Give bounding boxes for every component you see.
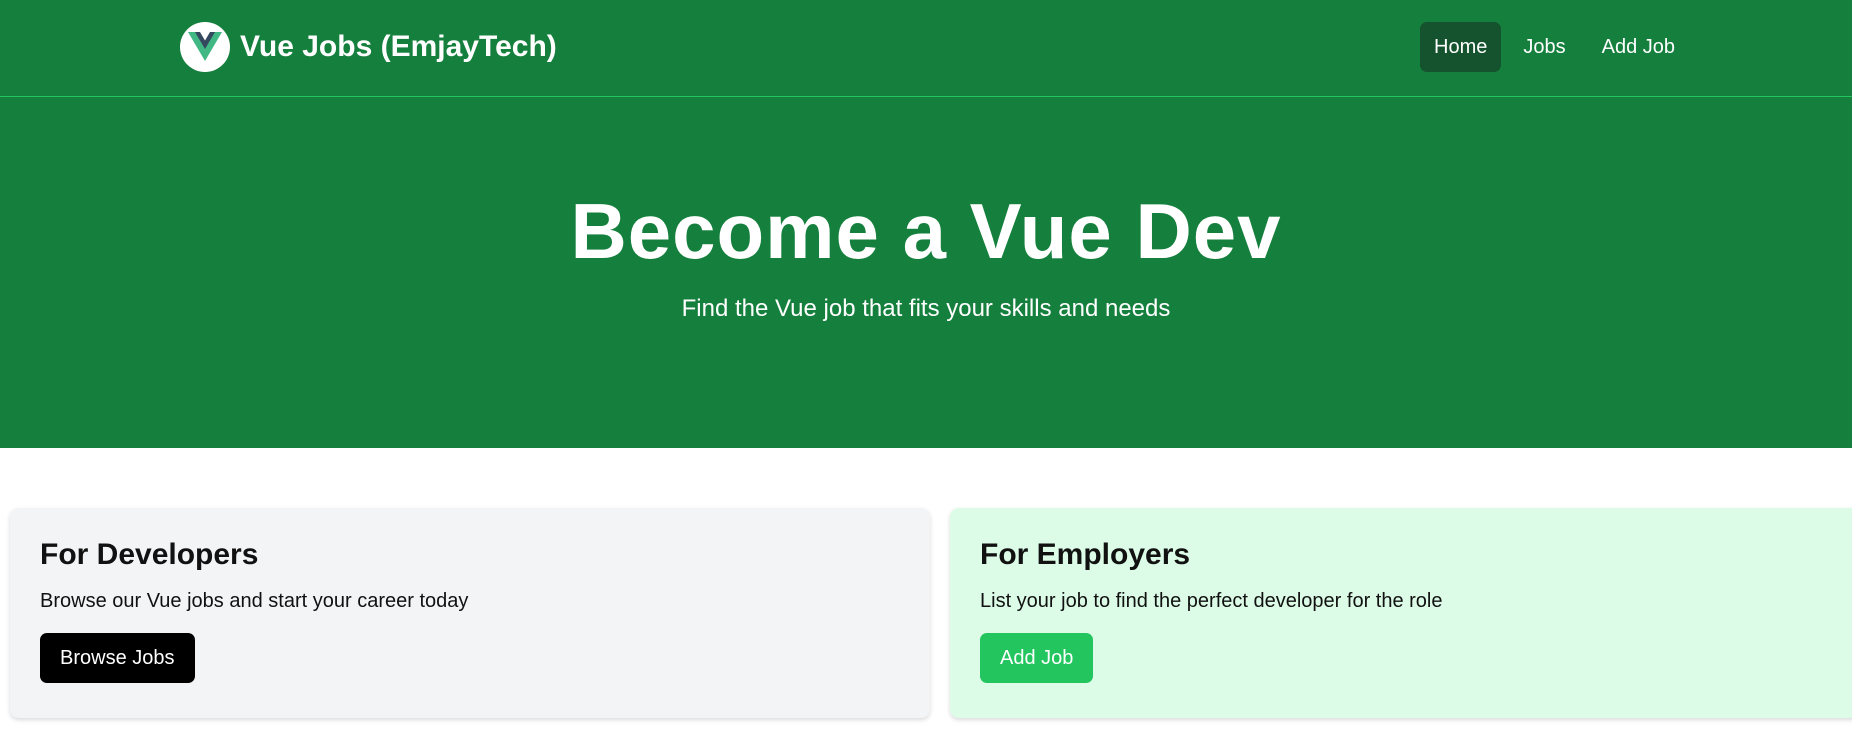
top-navbar: Vue Jobs (EmjayTech) Home Jobs Add Job: [0, 0, 1852, 97]
brand-title: Vue Jobs (EmjayTech): [240, 30, 557, 63]
developers-card: For Developers Browse our Vue jobs and s…: [10, 508, 930, 718]
employers-card: For Employers List your job to find the …: [950, 508, 1852, 718]
nav-links: Home Jobs Add Job: [1420, 22, 1689, 72]
employers-card-text: List your job to find the perfect develo…: [980, 590, 1443, 612]
vue-logo-icon: [180, 22, 230, 72]
employers-card-title: For Employers: [980, 538, 1191, 571]
browse-jobs-button[interactable]: Browse Jobs: [40, 633, 195, 683]
developers-card-text: Browse our Vue jobs and start your caree…: [40, 590, 469, 612]
brand-link[interactable]: Vue Jobs (EmjayTech): [180, 22, 557, 72]
nav-jobs-link[interactable]: Jobs: [1509, 22, 1579, 72]
hero-section: Become a Vue Dev Find the Vue job that f…: [0, 97, 1852, 448]
hero-subtitle: Find the Vue job that fits your skills a…: [681, 295, 1171, 322]
developers-card-title: For Developers: [40, 538, 259, 571]
nav-add-job-link[interactable]: Add Job: [1588, 22, 1689, 72]
add-job-button[interactable]: Add Job: [980, 633, 1094, 683]
hero-title: Become a Vue Dev: [570, 187, 1282, 275]
nav-home-link[interactable]: Home: [1420, 22, 1502, 72]
